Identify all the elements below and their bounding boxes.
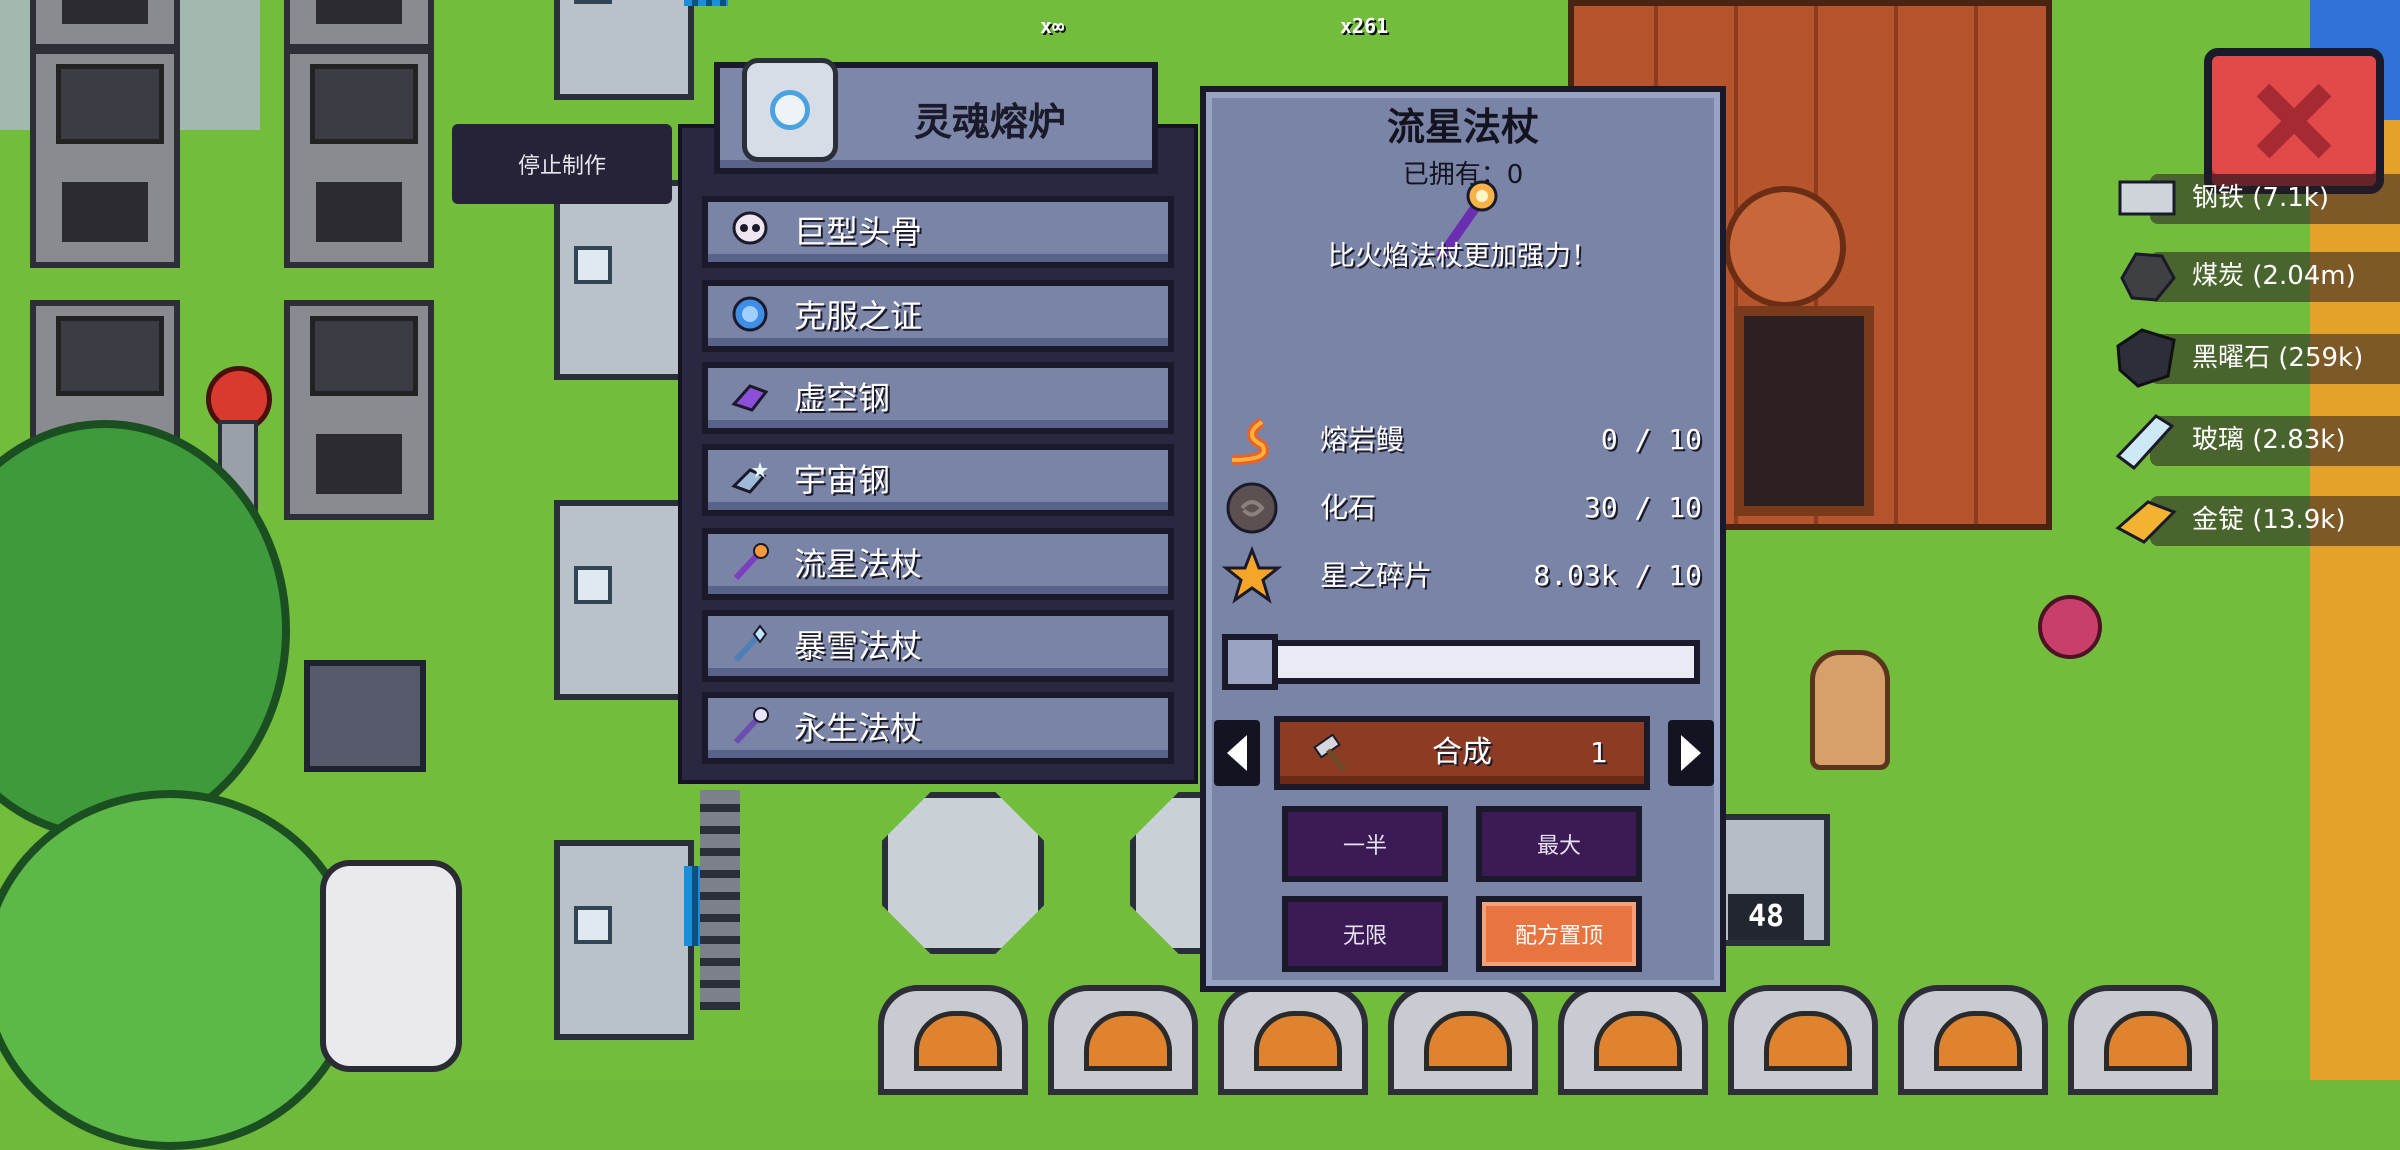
bottom-furnace[interactable]: [878, 985, 1028, 1095]
recipe-label: 流星法杖: [794, 545, 923, 583]
ingredient-count: 0 / 10: [1600, 423, 1702, 456]
factory-machine[interactable]: [554, 0, 728, 100]
craft-button[interactable]: 合成 1: [1274, 716, 1650, 790]
ingredient-name: 化石: [1320, 491, 1377, 524]
steel-icon: [2118, 180, 2176, 216]
recipe-item-meteor-staff[interactable]: 流星法杖: [702, 528, 1174, 600]
craft-quantity: 1: [1590, 736, 1608, 769]
resource-obsidian: 黑曜石 (259k): [2100, 326, 2400, 390]
pin-recipe-button[interactable]: 配方置顶: [1476, 896, 1642, 972]
radish-creature[interactable]: [2038, 595, 2102, 659]
scarecrow[interactable]: [1810, 650, 1890, 770]
glass-icon: [2115, 414, 2175, 471]
stone-furnace[interactable]: [284, 0, 434, 50]
station-title: 灵魂熔炉: [913, 99, 1066, 144]
recipe-label: 巨型头骨: [794, 213, 923, 251]
bottom-furnace[interactable]: [1388, 985, 1538, 1095]
resource-label: 黑曜石 (259k): [2192, 343, 2364, 373]
ingredient-count: 30 / 10: [1583, 491, 1702, 524]
close-icon: [2256, 83, 2332, 159]
fossil-icon: [1226, 482, 1278, 534]
bottom-furnace[interactable]: [1048, 985, 1198, 1095]
resource-gold-ingot: 金锭 (13.9k): [2100, 488, 2400, 552]
void-steel-icon: [731, 384, 769, 412]
max-button[interactable]: 最大: [1476, 806, 1642, 882]
resource-steel: 钢铁 (7.1k): [2100, 166, 2400, 230]
recipe-label: 宇宙钢: [794, 461, 891, 499]
recipe-item-proof-of-conquest[interactable]: 克服之证: [702, 280, 1174, 352]
arrow-left-icon: [1227, 735, 1247, 771]
proof-of-conquest-icon: [732, 296, 768, 332]
recipe-label: 克服之证: [794, 297, 923, 335]
obsidian-icon: [2116, 328, 2176, 388]
recipe-item-giant-skull[interactable]: 巨型头骨: [702, 196, 1174, 268]
recipe-item-blizzard-staff[interactable]: 暴雪法杖: [702, 610, 1174, 682]
star-fragment-icon: [1222, 546, 1282, 604]
recipe-item-eternal-staff[interactable]: 永生法杖: [702, 692, 1174, 764]
cosmic-steel-icon: [731, 462, 768, 494]
recipe-label: 暴雪法杖: [794, 627, 923, 665]
top-count-label: x261: [1340, 14, 1389, 38]
bottom-furnace[interactable]: [1558, 985, 1708, 1095]
coal-icon: [2120, 252, 2176, 302]
bottom-furnace[interactable]: [1218, 985, 1368, 1095]
blizzard-staff-icon: [733, 624, 768, 663]
ingredient-name: 星之碎片: [1320, 559, 1433, 592]
quantity-slider[interactable]: [1224, 640, 1700, 684]
resource-label: 钢铁 (7.1k): [2192, 183, 2329, 213]
resource-label: 金锭 (13.9k): [2192, 505, 2346, 535]
tree[interactable]: [0, 790, 360, 1150]
ingredient-row: 化石 30 / 10: [1218, 476, 1708, 540]
increase-arrow-button[interactable]: [1668, 720, 1714, 786]
ingredient-name: 熔岩鳗: [1320, 423, 1405, 456]
recipe-label: 永生法杖: [794, 709, 923, 747]
item-description: 比火焰法杖更加强力！: [1328, 241, 1598, 272]
giant-skull-icon: [732, 211, 768, 245]
anvil[interactable]: [304, 660, 426, 772]
stone-furnace[interactable]: [284, 48, 434, 268]
meteor-staff-icon: [733, 543, 769, 581]
decrease-arrow-button[interactable]: [1214, 720, 1260, 786]
bottom-furnace[interactable]: [2068, 985, 2218, 1095]
factory-machine[interactable]: [554, 500, 728, 700]
infinite-button[interactable]: 无限: [1282, 896, 1448, 972]
lava-eel-icon: [1231, 417, 1269, 465]
recipe-item-cosmic-steel[interactable]: 宇宙钢: [702, 444, 1174, 516]
half-button[interactable]: 一半: [1282, 806, 1448, 882]
bottom-furnace[interactable]: [1898, 985, 2048, 1095]
recipe-label: 虚空钢: [794, 379, 891, 417]
factory-machine[interactable]: [554, 180, 728, 380]
resource-glass: 玻璃 (2.83k): [2100, 408, 2400, 472]
item-name: 流星法杖: [1386, 105, 1539, 149]
quantity-slider-handle[interactable]: [1222, 634, 1278, 690]
resource-label: 玻璃 (2.83k): [2192, 425, 2346, 455]
bottom-furnace[interactable]: [1728, 985, 1878, 1095]
stop-crafting-button[interactable]: 停止制作: [452, 124, 672, 204]
resource-coal: 煤炭 (2.04m): [2100, 244, 2400, 308]
arrow-right-icon: [1681, 735, 1701, 771]
eternal-staff-icon: [733, 707, 769, 745]
stone-furnace[interactable]: [284, 300, 434, 520]
stone-furnace[interactable]: [30, 48, 180, 268]
gold-ingot-icon: [2115, 500, 2177, 544]
recipe-item-void-steel[interactable]: 虚空钢: [702, 362, 1174, 434]
soul-forge-icon: [742, 58, 838, 162]
stone-furnace[interactable]: [30, 0, 180, 50]
top-count-label: x∞: [1040, 14, 1065, 38]
spring-pillar: [700, 790, 740, 1010]
machine-count-badge: 48: [1728, 894, 1804, 940]
ingredient-count: 8.03k / 10: [1533, 559, 1702, 592]
robot-npc[interactable]: [320, 860, 462, 1072]
resource-label: 煤炭 (2.04m): [2192, 261, 2356, 291]
ingredient-row: 星之碎片 8.03k / 10: [1218, 544, 1708, 608]
ingredient-row: 熔岩鳗 0 / 10: [1218, 408, 1708, 472]
factory-machine[interactable]: [554, 840, 728, 1040]
